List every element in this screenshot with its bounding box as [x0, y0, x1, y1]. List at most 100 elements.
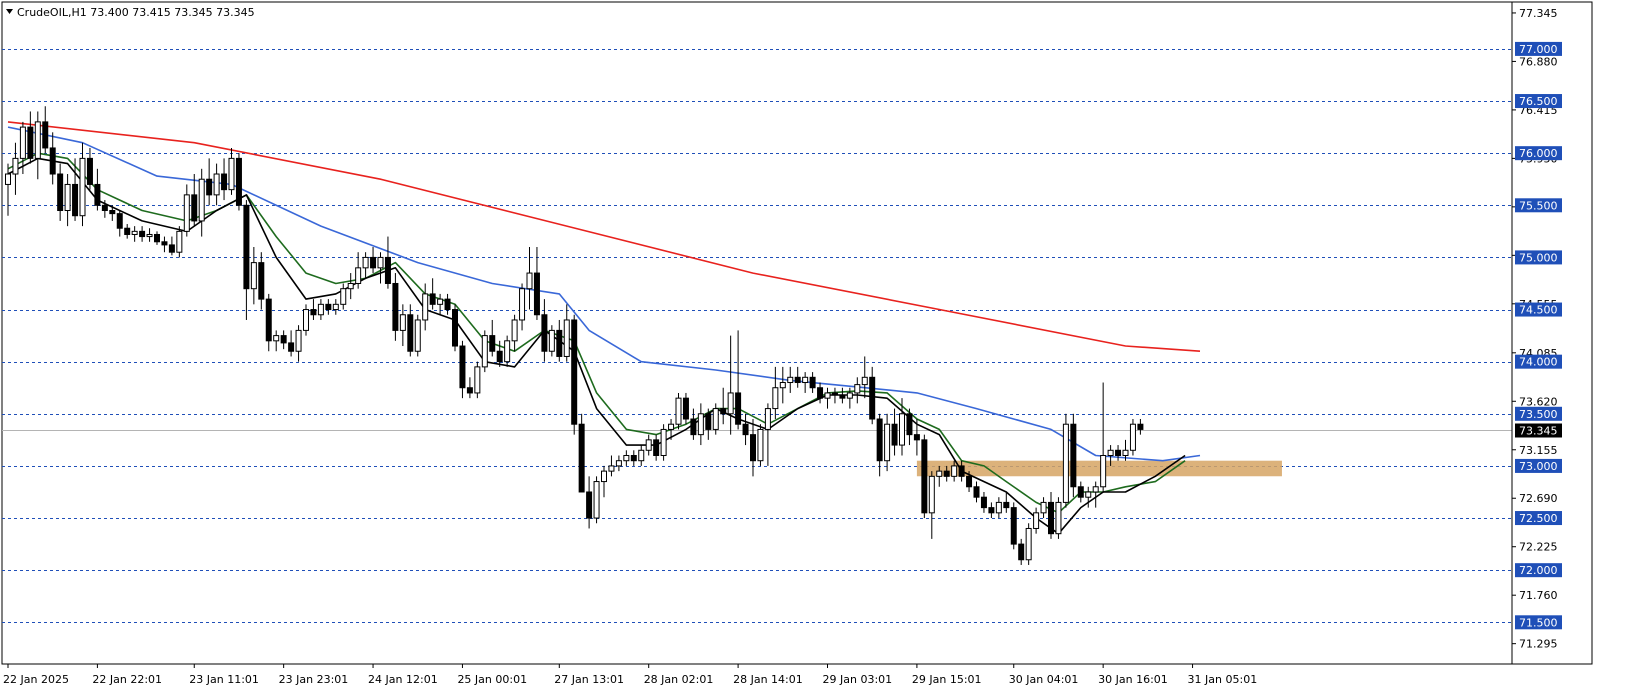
price-chart[interactable]: 77.34576.88076.41575.95075.48575.02074.5…	[0, 0, 1651, 691]
candle	[452, 304, 458, 352]
candle-body	[1100, 454, 1107, 488]
candle	[384, 236, 391, 289]
candle	[608, 455, 615, 477]
candle-body	[854, 384, 861, 394]
x-tick-label: 24 Jan 12:01	[368, 673, 438, 686]
candle	[519, 283, 526, 331]
candle	[243, 200, 250, 320]
candle-body	[1010, 507, 1017, 545]
candle-body	[198, 178, 205, 222]
candle	[280, 330, 287, 350]
candle-body	[444, 298, 451, 311]
candle	[310, 299, 317, 320]
candle	[1062, 413, 1069, 508]
candle-body	[228, 157, 235, 191]
x-tick-label: 31 Jan 05:01	[1188, 673, 1258, 686]
y-tick-label: 71.295	[1519, 638, 1558, 651]
candle-body	[161, 241, 168, 246]
candle-body	[57, 173, 64, 212]
y-tick-label: 76.880	[1519, 55, 1558, 68]
candle-body	[697, 413, 704, 436]
candle-body	[489, 335, 496, 352]
candle-body	[943, 470, 950, 477]
candle-body	[213, 173, 220, 196]
x-tick-label: 22 Jan 22:01	[92, 673, 162, 686]
candle	[802, 372, 809, 393]
time-axis: 22 Jan 2025 22 Jan 22:01 23 Jan 11:01 23 Ja…	[3, 664, 1257, 686]
y-tick-label: 72.225	[1519, 541, 1558, 554]
candle-body	[772, 387, 779, 410]
candle-body	[34, 121, 41, 159]
candle-body	[265, 298, 272, 342]
candle-body	[422, 293, 429, 321]
candle	[921, 434, 928, 519]
candle-body	[913, 434, 920, 441]
candle-body	[601, 470, 607, 483]
candle-body	[951, 465, 958, 477]
candle-body	[124, 227, 131, 235]
candle	[146, 228, 153, 242]
candle-body	[154, 233, 160, 243]
candle-body	[1018, 543, 1025, 561]
candle	[928, 471, 935, 539]
x-tick-label: 22 Jan 2025	[3, 673, 69, 686]
level-label: 73.000	[1519, 460, 1558, 473]
candle-body	[42, 121, 49, 149]
candle-body	[86, 157, 93, 185]
candle	[340, 283, 347, 310]
candle	[548, 325, 555, 357]
candle	[779, 366, 786, 404]
candle-body	[608, 465, 615, 472]
candle-body	[384, 256, 391, 284]
candle-body	[660, 428, 667, 456]
dropdown-triangle-icon[interactable]	[6, 9, 13, 14]
candle	[27, 111, 34, 164]
x-tick-label: 23 Jan 23:01	[279, 673, 349, 686]
candle-body	[1040, 501, 1047, 514]
candle-body	[958, 465, 965, 477]
candle	[653, 434, 660, 461]
x-tick-label: 30 Jan 16:01	[1098, 673, 1168, 686]
candle-body	[325, 303, 332, 311]
candle	[697, 403, 704, 446]
candle	[481, 330, 488, 373]
candle	[1055, 497, 1062, 539]
candle-body	[504, 340, 511, 363]
candle-body	[72, 183, 79, 217]
level-label: 76.500	[1519, 95, 1558, 108]
candle	[578, 413, 585, 493]
candle	[124, 224, 131, 239]
candle	[407, 304, 414, 357]
candle-body	[712, 408, 719, 430]
candle	[869, 366, 876, 425]
candle-body	[921, 439, 928, 514]
candle	[288, 330, 295, 357]
candle	[660, 424, 667, 461]
candle-body	[399, 314, 406, 331]
candle	[891, 408, 898, 456]
candle	[682, 392, 689, 425]
candle	[906, 408, 913, 446]
candle	[995, 497, 1002, 519]
horizontal-levels	[2, 49, 1512, 623]
level-label: 72.000	[1519, 564, 1558, 577]
candle-body	[1107, 449, 1114, 456]
candle-body	[519, 288, 526, 321]
x-tick-label: 30 Jan 04:01	[1009, 673, 1079, 686]
candle	[839, 387, 846, 404]
candle	[325, 299, 332, 315]
candle-body	[928, 475, 935, 514]
candle	[64, 174, 71, 227]
candle-body	[742, 423, 749, 436]
candle-body	[317, 303, 324, 316]
candle-body	[347, 282, 354, 290]
candle-body	[27, 126, 34, 159]
candle-body	[690, 418, 697, 436]
candle	[1010, 502, 1017, 550]
candle-body	[891, 423, 898, 446]
candle-body	[794, 376, 801, 384]
level-label: 76.000	[1519, 147, 1558, 160]
candle-body	[779, 382, 786, 389]
candle-body	[846, 392, 853, 399]
candle-body	[101, 204, 108, 212]
